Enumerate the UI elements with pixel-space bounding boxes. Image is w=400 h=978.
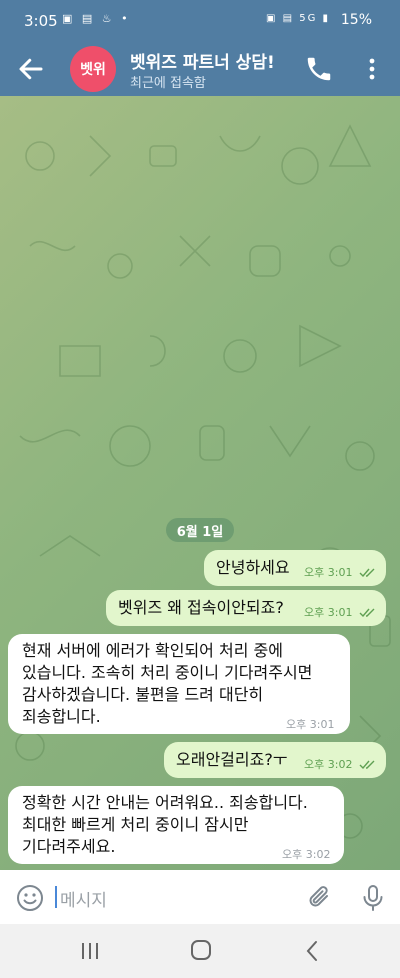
chat-area[interactable]: 6월 1일 안녕하세요 오후 3:01 벳위즈 왜 접속이안되죠? 오후 3:0… bbox=[0, 96, 400, 870]
battery-level: 15% bbox=[340, 12, 372, 28]
message-meta: 오후 3:02 bbox=[304, 754, 377, 776]
read-checkmarks-icon bbox=[359, 760, 375, 770]
home-icon[interactable] bbox=[190, 939, 212, 961]
attach-icon[interactable] bbox=[306, 884, 334, 912]
message-text: 정확한 시간 안내는 어려워요.. 죄송합니다. 최대한 빠르게 처리 중이니 … bbox=[22, 792, 308, 858]
message-line: 죄송합니다. bbox=[22, 707, 101, 726]
nav-back-icon[interactable] bbox=[304, 939, 320, 963]
more-options-icon[interactable] bbox=[360, 54, 384, 84]
back-arrow-icon[interactable] bbox=[16, 54, 46, 84]
message-line: 정확한 시간 안내는 어려워요.. 죄송합니다. bbox=[22, 793, 308, 812]
message-time: 오후 3:01 bbox=[304, 606, 353, 619]
message-line: 있습니다. 조속히 처리 중이니 기다려주시면 bbox=[22, 663, 313, 682]
message-time: 오후 3:01 bbox=[304, 566, 353, 579]
chat-header: 벳위 벳위즈 파트너 상담! 최근에 접속함 bbox=[0, 42, 400, 96]
message-meta: 오후 3:01 bbox=[304, 602, 377, 624]
incoming-message[interactable]: 정확한 시간 안내는 어려워요.. 죄송합니다. 최대한 빠르게 처리 중이니 … bbox=[8, 786, 344, 864]
date-label: 6월 1일 bbox=[176, 524, 224, 540]
text-cursor bbox=[55, 886, 57, 908]
message-text: 벳위즈 왜 접속이안되죠? bbox=[118, 598, 284, 617]
emoji-icon[interactable] bbox=[16, 884, 44, 912]
avatar-initials: 벳위 bbox=[80, 62, 106, 78]
message-time: 오후 3:01 bbox=[286, 718, 335, 731]
message-line: 현재 서버에 에러가 확인되어 처리 중에 bbox=[22, 641, 283, 660]
incoming-message[interactable]: 현재 서버에 에러가 확인되어 처리 중에 있습니다. 조속히 처리 중이니 기… bbox=[8, 634, 350, 734]
avatar[interactable]: 벳위 bbox=[70, 46, 116, 92]
message-composer: 메시지 bbox=[0, 870, 400, 924]
message-line: 최대한 빠르게 처리 중이니 잠시만 bbox=[22, 815, 249, 834]
chat-title[interactable]: 벳위즈 파트너 상담! bbox=[130, 48, 275, 73]
outgoing-message[interactable]: 안녕하세요 오후 3:01 bbox=[204, 550, 386, 586]
outgoing-message[interactable]: 오래안걸리죠?ㅜ 오후 3:02 bbox=[164, 742, 386, 778]
chat-status: 최근에 접속함 bbox=[130, 76, 206, 91]
message-line: 감사하겠습니다. 불편을 드려 대단히 bbox=[22, 685, 264, 704]
read-checkmarks-icon bbox=[359, 608, 375, 618]
microphone-icon[interactable] bbox=[360, 884, 386, 912]
read-checkmarks-icon bbox=[359, 568, 375, 578]
message-text: 오래안걸리죠?ㅜ bbox=[176, 750, 288, 769]
date-separator: 6월 1일 bbox=[166, 518, 234, 542]
signal-icons: ▣ ▤ 5G ▮ bbox=[265, 13, 330, 24]
status-time: 3:05 bbox=[24, 12, 58, 30]
message-text: 안녕하세요 bbox=[216, 558, 290, 577]
outgoing-message[interactable]: 벳위즈 왜 접속이안되죠? 오후 3:01 bbox=[106, 590, 386, 626]
status-bar: 3:05 ▣ ▤ ♨ • ▣ ▤ 5G ▮ 15% bbox=[0, 0, 400, 42]
message-time: 오후 3:02 bbox=[282, 848, 331, 861]
message-input[interactable]: 메시지 bbox=[60, 886, 107, 911]
message-line: 기다려주세요. bbox=[22, 837, 116, 856]
message-time: 오후 3:02 bbox=[304, 758, 353, 771]
message-meta: 오후 3:01 bbox=[304, 562, 377, 584]
system-navigation-bar bbox=[0, 924, 400, 978]
message-text: 현재 서버에 에러가 확인되어 처리 중에 있습니다. 조속히 처리 중이니 기… bbox=[22, 640, 312, 728]
recent-apps-icon[interactable] bbox=[80, 940, 100, 962]
phone-icon[interactable] bbox=[304, 54, 334, 84]
notification-icons: ▣ ▤ ♨ • bbox=[62, 12, 131, 25]
